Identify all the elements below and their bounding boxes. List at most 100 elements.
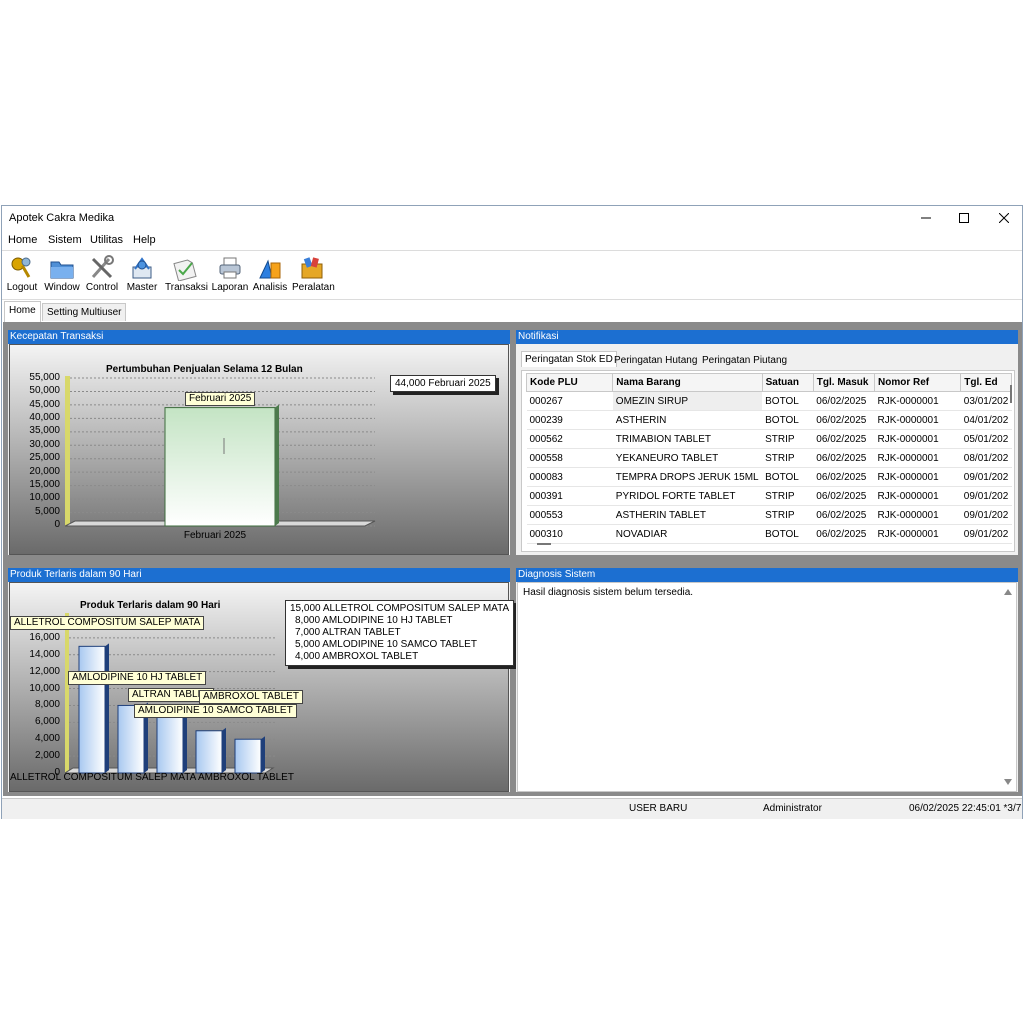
control-button[interactable]: Control bbox=[82, 253, 122, 297]
scroll-down-icon[interactable] bbox=[1004, 779, 1012, 785]
table-row[interactable]: 000391 PYRIDOL FORTE TABLET STRIP 06/02/202… bbox=[526, 486, 1012, 506]
transaksi-button[interactable]: Transaksi bbox=[165, 253, 208, 297]
cell-tgl-masuk[interactable]: 06/02/2025 bbox=[813, 524, 875, 544]
diagnosis-textarea[interactable]: Hasil diagnosis sistem belum tersedia. bbox=[517, 582, 1017, 792]
master-button[interactable]: Master bbox=[122, 253, 162, 297]
cell-tgl-ed[interactable]: 08/01/202 bbox=[960, 448, 1012, 468]
cell-tgl-ed[interactable]: 09/01/202 bbox=[960, 524, 1012, 544]
table-row[interactable]: 000553 ASTHERIN TABLET STRIP 06/02/2025 RJK-… bbox=[526, 505, 1012, 525]
cell-tgl-masuk[interactable]: 06/02/2025 bbox=[813, 429, 875, 449]
cell-tgl-ed[interactable]: 09/01/202 bbox=[960, 505, 1012, 525]
cell-nama-barang[interactable]: ASTHERIN TABLET bbox=[612, 505, 763, 525]
cell-kode-plu[interactable]: 000558 bbox=[526, 448, 613, 468]
laporan-button[interactable]: Laporan bbox=[210, 253, 250, 297]
cell-nama-barang[interactable]: ASTHERIN bbox=[612, 410, 763, 430]
cell-nama-barang[interactable]: PYRIDOL FORTE TABLET bbox=[612, 486, 763, 506]
logout-button[interactable]: Logout bbox=[2, 253, 42, 297]
cell-satuan[interactable]: BOTOL bbox=[762, 410, 814, 430]
cell-satuan[interactable]: BOTOL bbox=[762, 524, 814, 544]
col-kode-plu[interactable]: Kode PLU bbox=[525, 373, 614, 392]
col-nama-barang[interactable]: Nama Barang bbox=[612, 373, 763, 392]
cell-tgl-masuk[interactable]: 06/02/2025 bbox=[813, 467, 875, 487]
col-tgl-masuk[interactable]: Tgl. Masuk bbox=[812, 373, 876, 392]
table-row[interactable]: 000562 TRIMABION TABLET STRIP 06/02/2025 RJK… bbox=[526, 429, 1012, 449]
cell-tgl-masuk[interactable]: 06/02/2025 bbox=[813, 448, 875, 468]
cell-satuan[interactable]: STRIP bbox=[762, 486, 814, 506]
minimize-button[interactable] bbox=[906, 206, 946, 230]
cell-tgl-ed[interactable]: 09/01/202 bbox=[960, 486, 1012, 506]
window-button[interactable]: Window bbox=[42, 253, 82, 297]
menu-sistem[interactable]: Sistem bbox=[48, 234, 82, 246]
cell-tgl-ed[interactable]: 05/01/202 bbox=[960, 429, 1012, 449]
cell-tgl-ed[interactable]: 04/01/202 bbox=[960, 410, 1012, 430]
tab-setting-multiuser[interactable]: Setting Multiuser bbox=[42, 303, 127, 321]
cell-nama-barang[interactable]: OMEZIN SIRUP bbox=[612, 391, 763, 411]
cell-nomor-ref[interactable]: RJK-0000001 bbox=[874, 448, 961, 468]
master-icon bbox=[132, 257, 152, 279]
subtab-hutang[interactable]: Peringatan Hutang bbox=[611, 353, 700, 368]
sales-bar bbox=[164, 407, 276, 527]
cell-kode-plu[interactable]: 000562 bbox=[526, 429, 613, 449]
menu-home[interactable]: Home bbox=[8, 234, 37, 246]
peralatan-button[interactable]: Peralatan bbox=[292, 253, 335, 297]
cell-nama-barang[interactable]: TRIMABION TABLET bbox=[612, 429, 763, 449]
cell-nomor-ref[interactable]: RJK-0000001 bbox=[874, 429, 961, 449]
transaksi-label: Transaksi bbox=[165, 282, 208, 293]
cell-tgl-masuk[interactable]: 06/02/2025 bbox=[813, 410, 875, 430]
cell-kode-plu[interactable]: 000083 bbox=[526, 467, 613, 487]
cell-tgl-ed[interactable]: 03/01/202 bbox=[960, 391, 1012, 411]
cell-satuan[interactable]: STRIP bbox=[762, 429, 814, 449]
cell-nama-barang[interactable]: YEKANEURO TABLET bbox=[612, 448, 763, 468]
horizontal-scrollbar[interactable] bbox=[537, 543, 551, 545]
table-row[interactable]: 000083 TEMPRA DROPS JERUK 15ML BOTOL 06/02/… bbox=[526, 467, 1012, 487]
notifikasi-header: Notifikasi bbox=[516, 330, 1018, 344]
menu-utilitas[interactable]: Utilitas bbox=[90, 234, 123, 246]
tab-home[interactable]: Home bbox=[4, 301, 41, 322]
table-row[interactable]: 000558 YEKANEURO TABLET STRIP 06/02/2025 RJK… bbox=[526, 448, 1012, 468]
cell-nama-barang[interactable]: NOVADIAR bbox=[612, 524, 763, 544]
products-x-tick-0: ALLETROL COMPOSITUM SALEP MATA bbox=[10, 772, 197, 783]
cell-nomor-ref[interactable]: RJK-0000001 bbox=[874, 505, 961, 525]
cell-nomor-ref[interactable]: RJK-0000001 bbox=[874, 524, 961, 544]
cell-kode-plu[interactable]: 000267 bbox=[526, 391, 613, 411]
cell-tgl-masuk[interactable]: 06/02/2025 bbox=[813, 486, 875, 506]
cell-satuan[interactable]: BOTOL bbox=[762, 467, 814, 487]
cell-nomor-ref[interactable]: RJK-0000001 bbox=[874, 467, 961, 487]
cell-tgl-masuk[interactable]: 06/02/2025 bbox=[813, 505, 875, 525]
cell-nomor-ref[interactable]: RJK-0000001 bbox=[874, 410, 961, 430]
cell-satuan[interactable]: BOTOL bbox=[762, 391, 814, 411]
products-chart-title: Produk Terlaris dalam 90 Hari bbox=[80, 600, 221, 611]
scroll-up-icon[interactable] bbox=[1004, 589, 1012, 595]
cell-nomor-ref[interactable]: RJK-0000001 bbox=[874, 391, 961, 411]
cell-kode-plu[interactable]: 000239 bbox=[526, 410, 613, 430]
cell-tgl-masuk[interactable]: 06/02/2025 bbox=[813, 391, 875, 411]
peralatan-label: Peralatan bbox=[292, 282, 335, 293]
col-nomor-ref[interactable]: Nomor Ref bbox=[873, 373, 962, 392]
analisis-button[interactable]: Analisis bbox=[250, 253, 290, 297]
maximize-button[interactable] bbox=[944, 206, 984, 230]
printer-icon bbox=[219, 257, 241, 279]
col-satuan[interactable]: Satuan bbox=[761, 373, 814, 392]
close-button[interactable] bbox=[984, 206, 1024, 230]
table-row[interactable]: 000310 NOVADIAR BOTOL 06/02/2025 RJK-0000001… bbox=[526, 524, 1012, 544]
cell-nama-barang[interactable]: TEMPRA DROPS JERUK 15ML bbox=[612, 467, 763, 487]
cell-satuan[interactable]: STRIP bbox=[762, 505, 814, 525]
subtab-piutang[interactable]: Peringatan Piutang bbox=[699, 353, 790, 368]
cell-kode-plu[interactable]: 000391 bbox=[526, 486, 613, 506]
table-row[interactable]: 000239 ASTHERIN BOTOL 06/02/2025 RJK-0000001… bbox=[526, 410, 1012, 430]
product-bar-side bbox=[261, 736, 265, 773]
cell-kode-plu[interactable]: 000310 bbox=[526, 524, 613, 544]
laporan-label: Laporan bbox=[211, 282, 249, 293]
cell-tgl-ed[interactable]: 09/01/202 bbox=[960, 467, 1012, 487]
subtab-stok-ed[interactable]: Peringatan Stok ED bbox=[521, 351, 617, 367]
cell-kode-plu[interactable]: 000553 bbox=[526, 505, 613, 525]
status-datetime: 06/02/2025 22:45:01 *3/7 bbox=[909, 803, 1022, 814]
col-tgl-ed[interactable]: Tgl. Ed bbox=[960, 373, 1012, 392]
menu-bar: Home Sistem Utilitas Help bbox=[2, 232, 1022, 250]
cell-satuan[interactable]: STRIP bbox=[762, 448, 814, 468]
vertical-scrollbar[interactable] bbox=[1010, 385, 1012, 403]
table-row[interactable]: 000267 OMEZIN SIRUP BOTOL 06/02/2025 RJK-000… bbox=[526, 391, 1012, 411]
diagnosis-header: Diagnosis Sistem bbox=[516, 568, 1018, 582]
menu-help[interactable]: Help bbox=[133, 234, 156, 246]
cell-nomor-ref[interactable]: RJK-0000001 bbox=[874, 486, 961, 506]
